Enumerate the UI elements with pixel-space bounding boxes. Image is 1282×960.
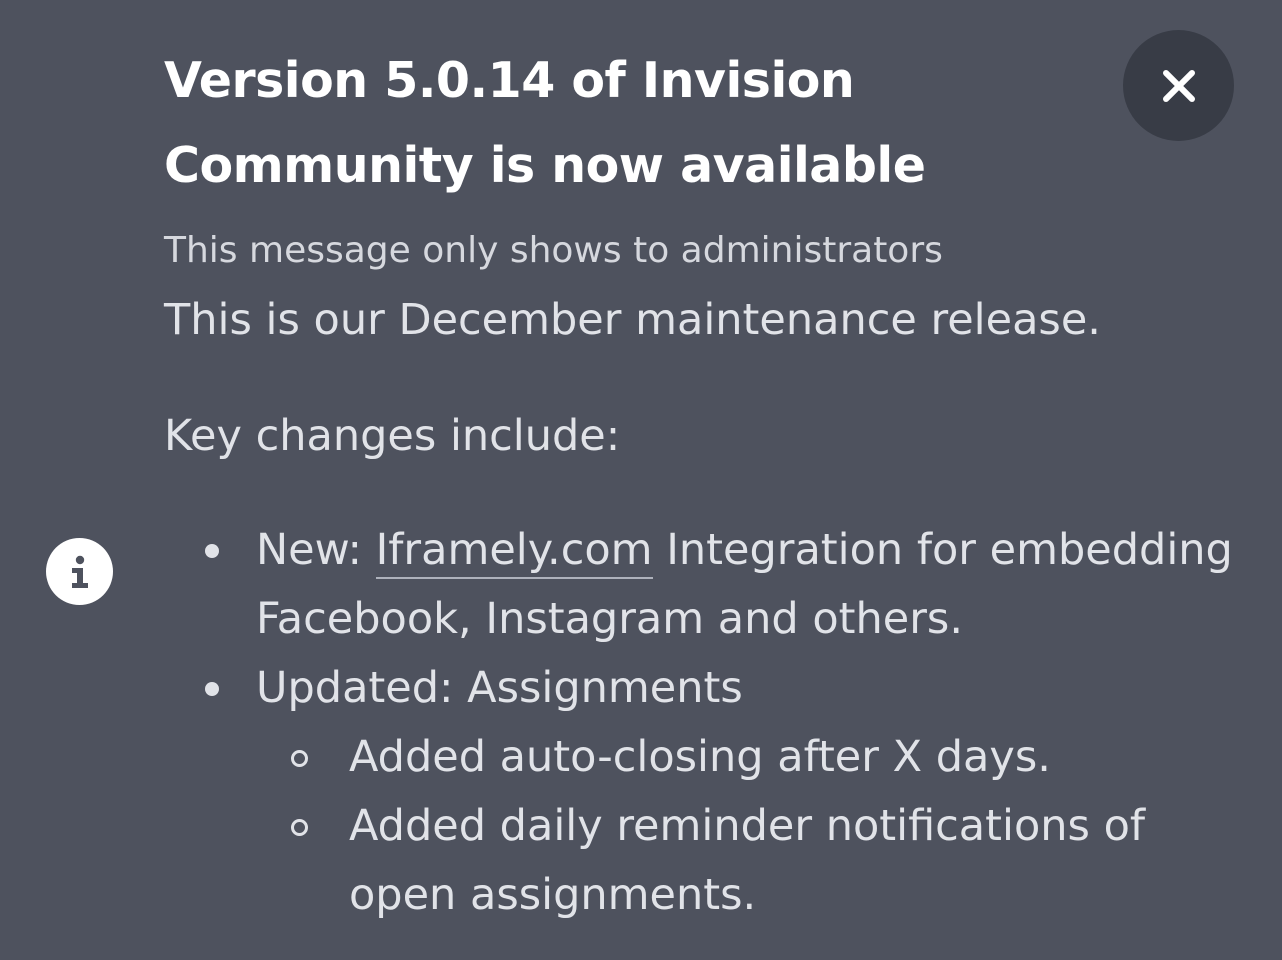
key-changes-label: Key changes include: [164,411,621,461]
sub-list-item: Added daily reminder notifications of op… [256,792,1244,930]
announcement-title: Version 5.0.14 of Invision Community is … [164,38,1064,208]
list-item: Updated: Assignments Added auto-closing … [164,654,1244,930]
announcement-body: This is our December maintenance release… [164,290,1244,920]
close-icon [1162,69,1195,102]
intro-text: This is our December maintenance release… [164,295,1101,345]
admin-only-note: This message only shows to administrator… [164,230,943,271]
title-version: 5.0.14 [384,52,555,109]
sub-list-item: Added auto-closing after X days. [256,723,1244,792]
changes-list: New: Iframely.com Integration for embedd… [164,516,1244,930]
list-item: New: Iframely.com Integration for embedd… [164,516,1244,654]
info-icon [46,538,113,605]
update-announcement-panel: Version 5.0.14 of Invision Community is … [0,0,1282,960]
title-prefix: Version [164,52,385,109]
change-prefix: New: [256,525,376,575]
close-button[interactable] [1123,30,1234,141]
change-text: Updated: Assignments [256,663,743,713]
iframely-link[interactable]: Iframely.com [375,525,653,579]
sub-list: Added auto-closing after X days. Added d… [256,723,1244,930]
